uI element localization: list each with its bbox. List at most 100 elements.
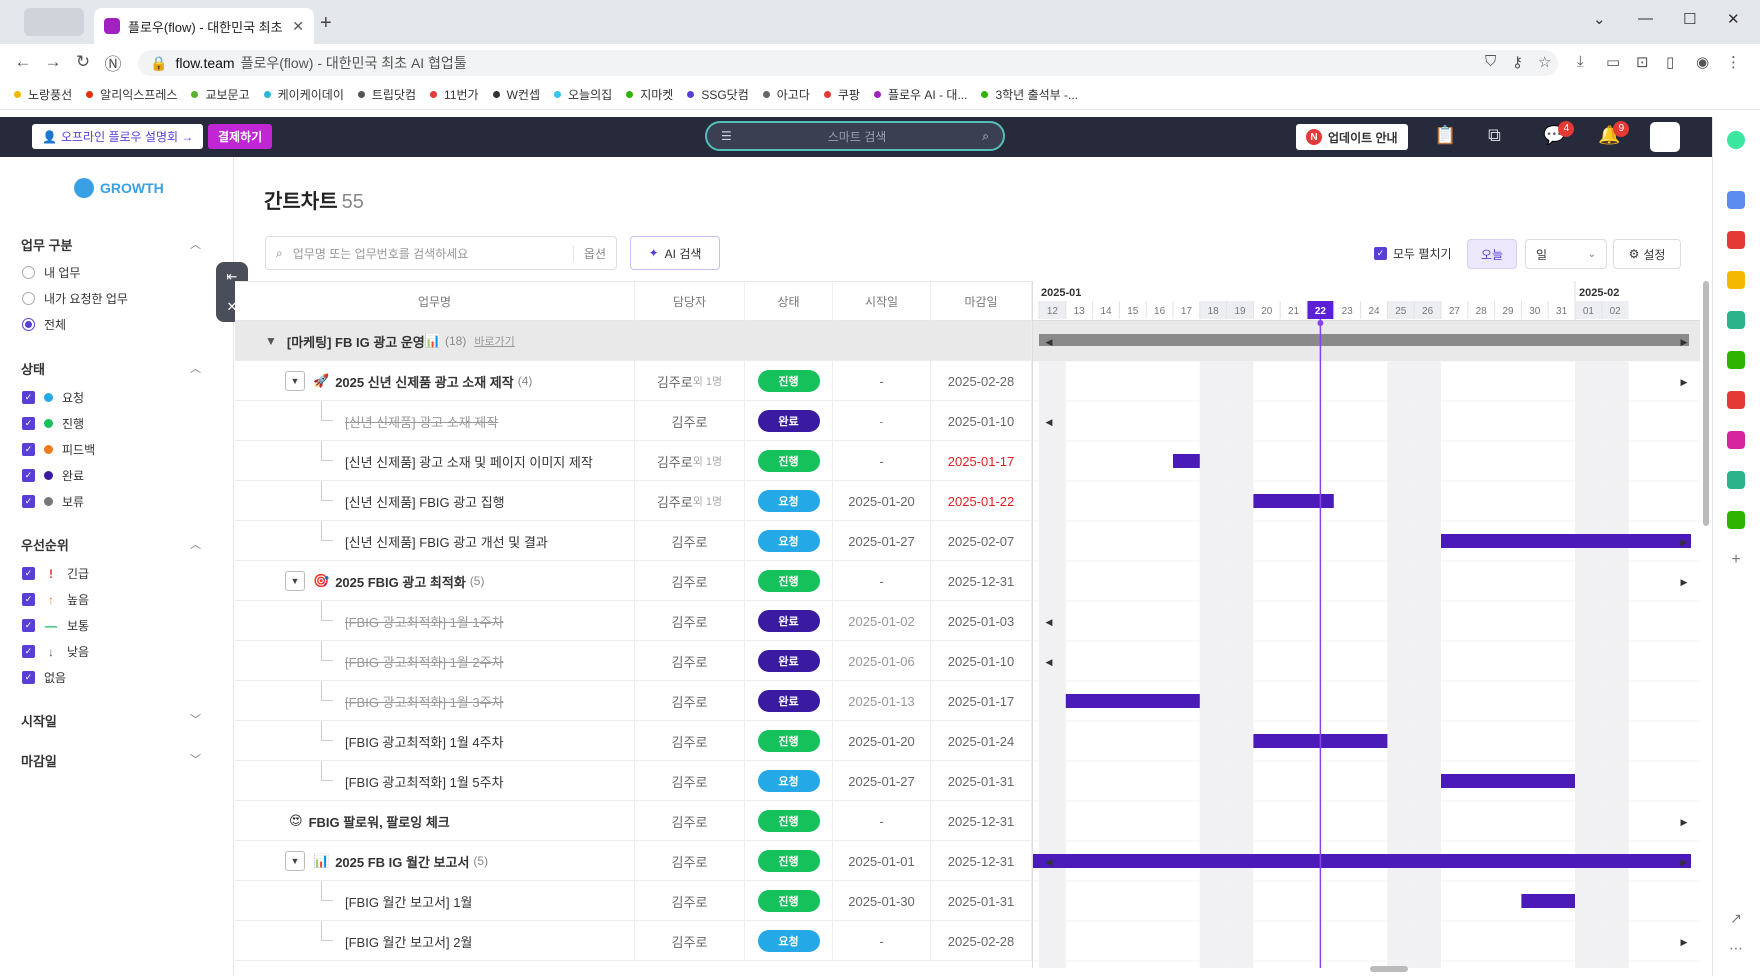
bookmark-item[interactable]: SSG닷컴 <box>687 86 749 103</box>
start-date-cell[interactable]: 2025-01-20 <box>833 721 931 761</box>
bookmark-item[interactable]: 교보문고 <box>191 86 250 103</box>
task-name[interactable]: 2025 신년 신제품 광고 소재 제작 <box>335 372 514 391</box>
end-date-cell[interactable]: 2025-12-31 <box>931 841 1032 881</box>
assignee-cell[interactable]: 김주로 <box>635 881 745 921</box>
webtoon-ext-icon[interactable] <box>1727 351 1745 369</box>
checkbox-checked-icon[interactable]: ✓ <box>22 567 35 580</box>
end-date-cell[interactable]: 2025-01-31 <box>931 761 1032 801</box>
offline-seminar-button[interactable]: 👤 오프라인 플로우 설명회 → <box>32 124 204 149</box>
priority-filter-option[interactable]: ✓! 긴급 <box>22 565 89 582</box>
bookmark-item[interactable]: 지마켓 <box>626 86 673 103</box>
calendar-ext-icon[interactable] <box>1727 191 1745 209</box>
pinned-tab[interactable] <box>24 8 84 36</box>
toggle-collapse-icon[interactable]: ▼ <box>285 851 305 871</box>
end-date-cell[interactable]: 2025-02-07 <box>931 521 1032 561</box>
assignee-cell[interactable]: 김주로 <box>635 841 745 881</box>
end-date-cell[interactable]: 2025-12-31 <box>931 801 1032 841</box>
bookmark-item[interactable]: W컨셉 <box>492 86 540 103</box>
start-date-cell[interactable]: 2025-01-27 <box>833 521 931 561</box>
bookmark-item[interactable]: 노랑풍선 <box>14 86 72 103</box>
start-date-cell[interactable]: 2025-01-01 <box>833 841 931 881</box>
horizontal-scrollbar[interactable] <box>1370 966 1408 972</box>
priority-filter-option[interactable]: ✓ — 보통 <box>22 617 89 634</box>
bookmark-item[interactable]: 트립닷컴 <box>357 86 416 103</box>
checkbox-checked-icon[interactable]: ✓ <box>22 645 35 658</box>
table-row[interactable]: [FBIG 광고최적화] 1월 2주차 김주로 완료 2025-01-06 2025-0… <box>235 641 1032 681</box>
status-badge[interactable]: 진행 <box>757 570 820 592</box>
toggle-collapse-icon[interactable]: ▼ <box>285 571 305 591</box>
table-row[interactable]: [신년 신제품] 광고 소재 제작 김주로 완료 - 2025-01-10 <box>235 401 1032 441</box>
bookmark-star-icon[interactable]: ☆ <box>1538 53 1551 71</box>
go-to-project-link[interactable]: 바로가기 <box>474 333 514 349</box>
status-badge[interactable]: 완료 <box>757 610 820 632</box>
download-icon[interactable]: ⤓ <box>1577 53 1584 70</box>
chevron-up-icon[interactable]: ︿ <box>190 536 201 552</box>
status-filter-option[interactable]: ✓ 요청 <box>22 389 84 406</box>
extension-n-icon[interactable]: Ⓝ <box>98 50 128 75</box>
url-field[interactable]: 🔒 flow.team 플로우(flow) - 대한민국 최초 AI 협업툴 <box>138 50 1558 76</box>
browser-menu-icon[interactable]: ⋮ <box>1726 53 1741 71</box>
profile-icon[interactable]: ◉ <box>1696 53 1709 71</box>
checkbox-checked-icon[interactable]: ✓ <box>22 391 35 404</box>
search-icon[interactable]: ⌕ <box>982 129 989 144</box>
checkbox-checked-icon[interactable]: ✓ <box>22 671 35 684</box>
chevron-down-icon[interactable]: ﹀ <box>190 711 201 727</box>
add-ext-icon[interactable]: + <box>1727 551 1745 569</box>
status-badge[interactable]: 진행 <box>757 890 820 912</box>
task-name[interactable]: [FBIG 월간 보고서] 1월 <box>345 892 472 911</box>
translate-ext-icon[interactable] <box>1727 311 1745 329</box>
column-header[interactable]: 업무명 <box>235 282 635 322</box>
update-notice-button[interactable]: N 업데이트 안내 <box>1296 124 1408 150</box>
checkbox-checked-icon[interactable]: ✓ <box>22 593 35 606</box>
table-row[interactable]: [신년 신제품] FBIG 광고 집행 김주로 외 1명 요청 2025-01-20 20… <box>235 481 1032 521</box>
unit-select[interactable]: 일 ⌄ <box>1525 239 1607 269</box>
table-row[interactable]: [FBIG 광고최적화] 1월 1주차 김주로 완료 2025-01-02 2025-0… <box>235 601 1032 641</box>
end-date-cell[interactable]: 2025-01-17 <box>931 681 1032 721</box>
clipboard-icon[interactable]: 📋 <box>1434 125 1456 146</box>
task-name[interactable]: 2025 FBIG 광고 최적화 <box>335 572 466 591</box>
status-badge[interactable]: 요청 <box>757 530 820 552</box>
bookmark-item[interactable]: 알리익스프레스 <box>86 86 177 103</box>
end-date-cell[interactable]: 2025-01-24 <box>931 721 1032 761</box>
settings-button[interactable]: ⚙ 설정 <box>1613 239 1681 269</box>
status-badge[interactable]: 진행 <box>757 450 820 472</box>
group-row[interactable]: ▼ [마케팅] FB IG 광고 운영 📊 (18) 바로가기 <box>235 321 1032 361</box>
status-filter-option[interactable]: ✓ 완료 <box>22 467 84 484</box>
close-tab-icon[interactable]: ✕ <box>292 18 304 35</box>
column-header[interactable]: 시작일 <box>833 282 931 322</box>
status-filter-option[interactable]: ✓ 보류 <box>22 493 84 510</box>
task-name[interactable]: 2025 FB IG 월간 보고서 <box>335 852 469 871</box>
green-ext-icon[interactable] <box>1727 131 1745 149</box>
pay-button[interactable]: 결제하기 <box>208 124 273 149</box>
today-button[interactable]: 오늘 <box>1467 239 1517 269</box>
table-row[interactable]: ▼ 📊 2025 FB IG 월간 보고서 (5) 김주로 진행 2025-01-01 202… <box>235 841 1032 881</box>
market-ext-icon[interactable] <box>1727 511 1745 529</box>
assignee-cell[interactable]: 김주로 외 1명 <box>635 361 745 401</box>
start-date-cell[interactable]: - <box>833 361 931 401</box>
task-name[interactable]: [FBIG 광고최적화] 1월 2주차 <box>345 652 504 671</box>
bell-icon[interactable]: 🔔 9 <box>1598 121 1630 146</box>
end-date-cell[interactable]: 2025-01-03 <box>931 601 1032 641</box>
table-row[interactable]: [신년 신제품] 광고 소재 및 페이지 이미지 제작 김주로 외 1명 진행 - 202… <box>235 441 1032 481</box>
key-icon[interactable]: ⚷ <box>1512 53 1523 71</box>
tab-search-icon[interactable]: ⌄ <box>1593 10 1606 28</box>
smart-search-input[interactable]: ☰ 스마트 검색 ⌕ <box>705 121 1005 151</box>
chat-icon[interactable]: 💬 4 <box>1543 121 1575 146</box>
search-option-button[interactable]: 옵션 <box>572 244 606 262</box>
chart-ext-icon[interactable] <box>1727 471 1745 489</box>
org-chart-icon[interactable]: ⧉ <box>1488 125 1501 146</box>
bookmark-item[interactable]: 오늘의집 <box>554 86 612 103</box>
status-badge[interactable]: 진행 <box>757 370 820 392</box>
bookmark-item[interactable]: 11번가 <box>430 86 479 103</box>
toggle-collapse-icon[interactable]: ▼ <box>285 371 305 391</box>
priority-filter-option[interactable]: ✓ ↓ 낮음 <box>22 643 89 660</box>
end-date-cell[interactable]: 2025-02-28 <box>931 361 1032 401</box>
table-row[interactable]: [FBIG 월간 보고서] 1월 김주로 진행 2025-01-30 2025-01-3… <box>235 881 1032 921</box>
start-date-cell[interactable]: 2025-01-27 <box>833 761 931 801</box>
assignee-cell[interactable]: 김주로 외 1명 <box>635 481 745 521</box>
table-row[interactable]: ▼ 🎯 2025 FBIG 광고 최적화 (5) 김주로 진행 - 2025-12-31 <box>235 561 1032 601</box>
column-header[interactable]: 상태 <box>745 282 833 322</box>
avatar[interactable] <box>1650 122 1680 152</box>
checkbox-checked-icon[interactable]: ✓ <box>22 469 35 482</box>
end-date-cell[interactable]: 2025-01-10 <box>931 641 1032 681</box>
